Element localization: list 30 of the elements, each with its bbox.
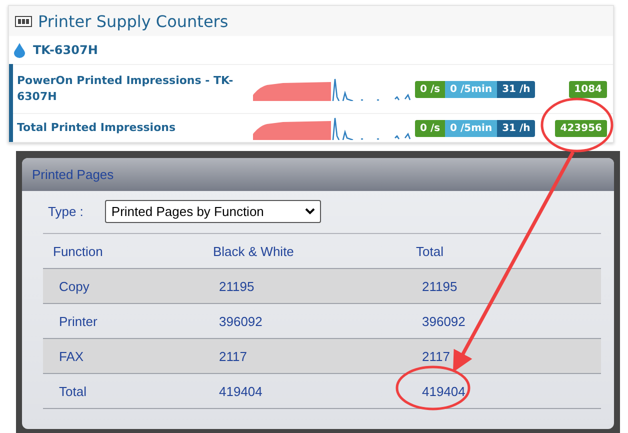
rate-badge: 0 /5min: [445, 80, 498, 98]
table-cell-text: FAX: [58, 348, 85, 364]
count-badge: 1084: [569, 80, 607, 98]
table-cell-text: 419404: [218, 384, 264, 398]
table-cell-text: 396092: [218, 314, 264, 328]
table-cell-text: 2117: [421, 348, 451, 364]
table-cell-text: Printer: [58, 314, 98, 328]
column-header: Function: [52, 244, 104, 258]
count-badge: 423956: [555, 120, 607, 136]
rate-badge: 0 /s: [415, 80, 446, 98]
rate-badge: 31 /h: [497, 120, 536, 136]
panel-title: Printed Pages: [32, 167, 114, 182]
panel-title: Printer Supply Counters: [38, 12, 228, 30]
table-cell-text: 396092: [421, 314, 466, 328]
counter-label: Total Printed Impressions: [17, 120, 177, 136]
counter-label: PowerOn Printed Impressions - TK-6307H: [17, 73, 234, 105]
type-dropdown[interactable]: Printed Pages by Function: [105, 200, 322, 222]
rate-badge: 31 /h: [497, 80, 536, 98]
rate-badge: 0 /s: [415, 120, 446, 136]
column-header: Black & White: [212, 244, 295, 258]
table-cell-text: 21195: [218, 278, 256, 294]
type-label: Type :: [48, 204, 84, 218]
table-cell-text: 21195: [421, 278, 458, 294]
table-cell-text: Copy: [58, 278, 90, 294]
column-header: Total: [415, 244, 444, 258]
table-cell-text: Total: [58, 384, 88, 398]
table-cell-text: 2117: [218, 348, 248, 364]
supply-name: TK-6307H: [33, 43, 98, 57]
table-cell-text: 419404: [421, 384, 466, 398]
rate-badge: 0 /5min: [445, 120, 498, 136]
